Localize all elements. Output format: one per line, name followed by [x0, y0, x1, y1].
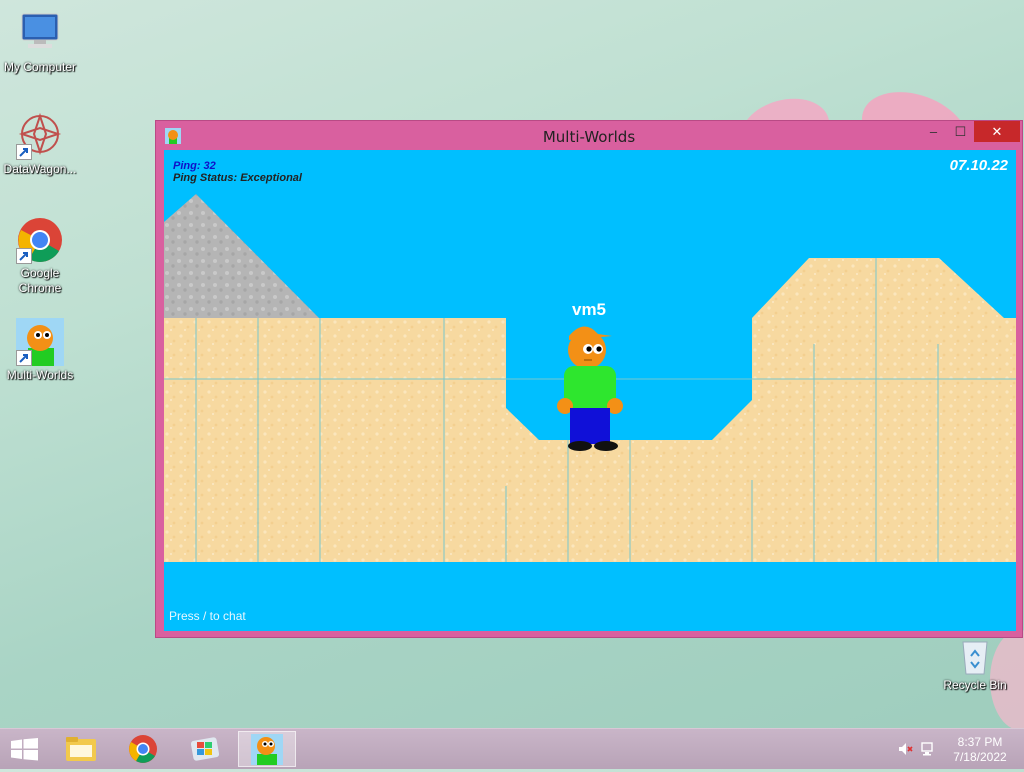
ping-readout: Ping: 32	[173, 160, 216, 172]
bottom-water	[164, 562, 1016, 631]
window-title: Multi-Worlds	[542, 128, 636, 146]
shortcut-arrow-icon	[16, 350, 32, 366]
recycle-bin-icon	[955, 636, 995, 676]
rock-slope	[164, 194, 319, 318]
clock-time: 8:37 PM	[957, 735, 1003, 749]
player-character	[557, 326, 623, 451]
game-date: 07.10.22	[949, 157, 1008, 174]
desktop-icon-label: Multi-Worlds	[6, 368, 74, 382]
chat-hint: Press / to chat	[169, 609, 246, 623]
network-icon[interactable]	[920, 741, 936, 757]
shortcut-arrow-icon	[16, 248, 32, 264]
taskbar-file-explorer[interactable]	[54, 731, 110, 767]
clock-date: 7/18/2022	[953, 750, 1007, 764]
desktop-icon-datawagon[interactable]: DataWagon...	[0, 112, 80, 177]
game-scene	[164, 194, 1016, 631]
desktop-icon-multi-worlds[interactable]: Multi-Worlds	[0, 318, 80, 383]
taskbar-google-chrome[interactable]	[115, 731, 171, 767]
volume-muted-icon[interactable]	[897, 741, 913, 757]
ping-status: Ping Status: Exceptional	[173, 172, 302, 184]
maximize-button[interactable]: ☐	[947, 121, 974, 142]
minimize-button[interactable]: –	[920, 121, 947, 142]
multi-worlds-window: Multi-Worlds – ☐ ✕ Ping: 32 Ping Status:…	[155, 120, 1023, 638]
computer-icon	[16, 10, 64, 58]
desktop-icon-label: DataWagon...	[3, 162, 77, 176]
taskbar-multi-worlds[interactable]	[238, 731, 296, 767]
multi-worlds-icon	[251, 734, 283, 765]
start-button[interactable]	[0, 731, 56, 767]
taskbar-windows-app[interactable]	[177, 731, 233, 767]
game-canvas[interactable]: Ping: 32 Ping Status: Exceptional 07.10.…	[164, 150, 1016, 631]
windows-logo-icon	[11, 738, 38, 761]
windows-media-icon	[190, 737, 220, 761]
shortcut-arrow-icon	[16, 144, 32, 160]
title-bar[interactable]: Multi-Worlds – ☐ ✕	[156, 121, 1022, 150]
desktop-icon-my-computer[interactable]: My Computer	[0, 10, 80, 75]
system-clock[interactable]: 8:37 PM 7/18/2022	[940, 735, 1020, 765]
close-button[interactable]: ✕	[974, 121, 1020, 142]
player-name-tag: vm5	[571, 300, 607, 319]
desktop-icon-recycle-bin[interactable]: Recycle Bin	[935, 636, 1015, 693]
taskbar: 8:37 PM 7/18/2022	[0, 728, 1024, 769]
desktop-icon-label: My Computer	[3, 60, 77, 74]
desktop-icon-google-chrome[interactable]: Google Chrome	[0, 216, 80, 296]
chrome-icon	[16, 216, 64, 264]
desktop-icon-label: Google Chrome	[18, 266, 62, 295]
desktop-icon-label: Recycle Bin	[943, 678, 1007, 692]
chrome-icon	[129, 735, 157, 763]
folder-icon	[66, 737, 96, 761]
multi-worlds-icon	[16, 318, 64, 366]
datawagon-icon	[16, 112, 64, 160]
